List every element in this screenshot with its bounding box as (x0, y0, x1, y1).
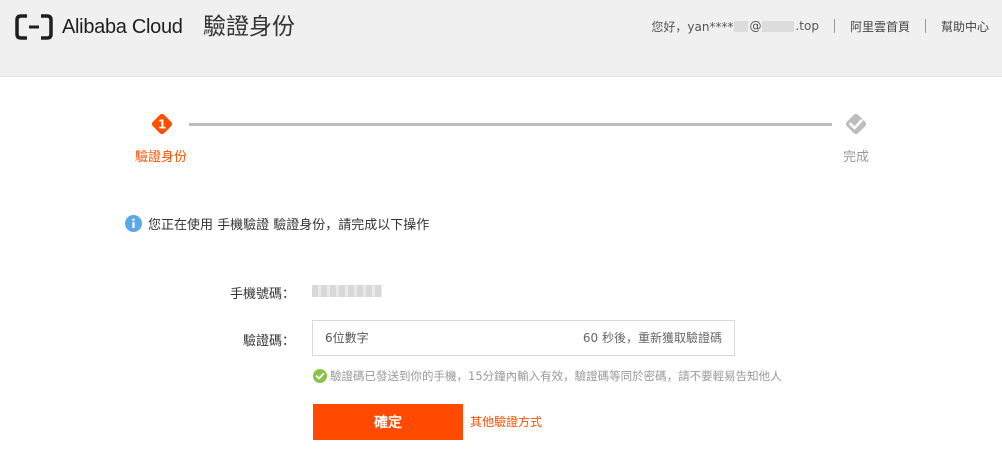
alibaba-cloud-logo[interactable]: Alibaba Cloud (15, 14, 183, 40)
masked-domain (762, 20, 795, 32)
info-icon (125, 215, 142, 232)
check-circle-icon (313, 369, 327, 383)
step-connector-line (189, 123, 832, 126)
nav-link-aliyun-home[interactable]: 阿里雲首頁 (850, 18, 910, 35)
greeting-at: @ (749, 19, 762, 33)
hint-text: 驗證碼已發送到你的手機，15分鐘內輸入有效，驗證碼等同於密碼，請不要輕易告知他人 (330, 369, 782, 383)
code-sent-hint: 驗證碼已發送到你的手機，15分鐘內輸入有效，驗證碼等同於密碼，請不要輕易告知他人 (313, 368, 782, 384)
masked-phone-number (312, 285, 382, 297)
page-title: 驗證身份 (203, 14, 295, 40)
nav-divider (833, 19, 835, 33)
alibaba-cloud-logo-icon (15, 14, 53, 40)
notice-text: 您正在使用 手機驗證 驗證身份，請完成以下操作 (148, 218, 430, 233)
step-1-number: 1 (158, 118, 166, 132)
user-greeting: 您好，yan**** @ .top (651, 18, 819, 35)
verification-code-label: 驗證碼： (242, 334, 295, 349)
progress-steps: 1 驗證身份 完成 (0, 100, 1002, 170)
step-done-check-diamond-icon (845, 113, 867, 135)
verification-code-input[interactable] (313, 321, 587, 355)
brand-name: Alibaba Cloud (62, 15, 183, 38)
greeting-prefix: 您好，yan**** (651, 19, 734, 34)
masked-username (734, 20, 749, 32)
nav-link-help-center[interactable]: 幫助中心 (941, 18, 989, 35)
confirm-button[interactable]: 確定 (313, 404, 463, 440)
step-1-label: 驗證身份 (135, 150, 188, 165)
step-2-label: 完成 (843, 150, 870, 165)
other-verification-method-link[interactable]: 其他驗證方式 (470, 413, 542, 430)
step-1-diamond-icon: 1 (151, 113, 173, 135)
verification-notice: 您正在使用 手機驗證 驗證身份，請完成以下操作 (125, 214, 429, 233)
resend-countdown: 60 秒後，重新獲取驗證碼 (582, 331, 722, 345)
top-nav: 您好，yan**** @ .top 阿里雲首頁 幫助中心 (651, 18, 989, 34)
top-header: Alibaba Cloud 驗證身份 您好，yan**** @ .top 阿里雲… (0, 0, 1002, 77)
greeting-suffix: .top (795, 19, 819, 33)
nav-divider (924, 19, 926, 33)
phone-number-label: 手機號碼： (229, 287, 295, 302)
verification-code-field: 60 秒後，重新獲取驗證碼 (312, 320, 735, 356)
